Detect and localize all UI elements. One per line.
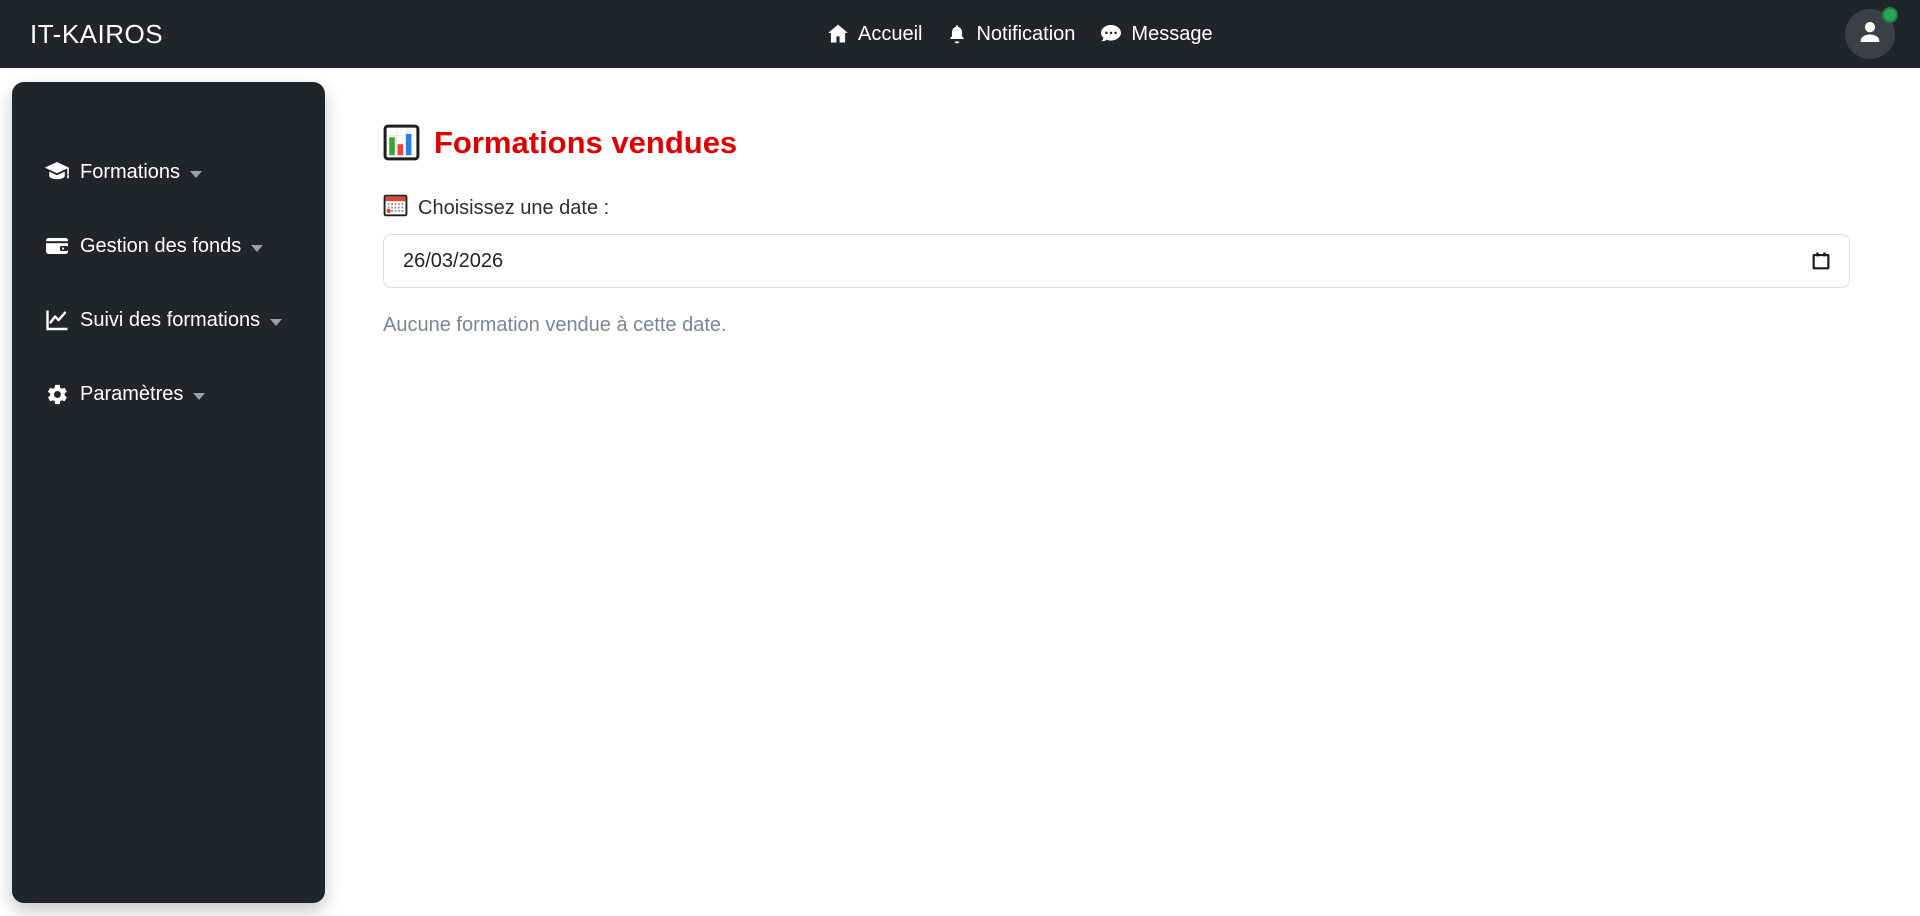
empty-state-message: Aucune formation vendue à cette date. — [383, 314, 727, 336]
user-avatar-button[interactable] — [1845, 7, 1898, 59]
person-icon — [1855, 17, 1885, 52]
page-title: Formations vendues — [383, 124, 1850, 161]
nav-item-notification[interactable]: Notification — [946, 22, 1075, 46]
top-navbar: IT-KAIROS Accueil Notification Message — [0, 0, 1920, 68]
nav-item-label: Notification — [976, 22, 1076, 45]
date-input[interactable] — [383, 234, 1850, 288]
date-label: Choisissez une date : — [383, 193, 1850, 224]
online-status-dot — [1882, 7, 1898, 23]
sidebar-item-gestion-des-fonds[interactable]: Gestion des fonds — [44, 226, 305, 266]
date-label-text: Choisissez une date : — [418, 197, 610, 219]
sidebar-item-formations[interactable]: Formations — [44, 152, 305, 192]
sidebar-item-parametres[interactable]: Paramètres — [44, 374, 305, 414]
graduation-cap-icon — [44, 161, 70, 183]
brand-logo[interactable]: IT-KAIROS — [30, 19, 163, 50]
sidebar-item-label: Suivi des formations — [80, 308, 261, 331]
date-input-wrap — [383, 234, 1850, 288]
bell-icon — [946, 22, 968, 46]
sidebar-item-label: Gestion des fonds — [80, 234, 242, 257]
main-content: Formations vendues Choisissez une date : — [383, 68, 1850, 337]
chevron-down-icon — [190, 170, 203, 178]
wallet-icon — [44, 235, 70, 257]
home-icon — [826, 22, 850, 46]
gear-icon — [44, 383, 70, 406]
bar-chart-icon — [383, 124, 420, 161]
page-title-text: Formations vendues — [434, 124, 738, 160]
calendar-icon — [383, 193, 408, 224]
calendar-picker-icon[interactable] — [1810, 250, 1832, 277]
chart-line-icon — [44, 309, 70, 331]
chevron-down-icon — [251, 244, 264, 252]
sidebar-item-suivi-des-formations[interactable]: Suivi des formations — [44, 300, 305, 340]
nav-item-label: Message — [1131, 22, 1213, 45]
nav-item-accueil[interactable]: Accueil — [826, 22, 922, 46]
sidebar: Formations Gestion des fonds Suivi des f… — [12, 82, 325, 903]
sidebar-item-label: Paramètres — [80, 382, 184, 405]
nav-item-label: Accueil — [858, 22, 923, 45]
sidebar-item-label: Formations — [80, 160, 181, 183]
message-icon — [1099, 22, 1123, 46]
main-nav: Accueil Notification Message — [826, 0, 1213, 68]
chevron-down-icon — [270, 318, 283, 326]
chevron-down-icon — [193, 392, 206, 400]
nav-item-message[interactable]: Message — [1099, 22, 1213, 46]
